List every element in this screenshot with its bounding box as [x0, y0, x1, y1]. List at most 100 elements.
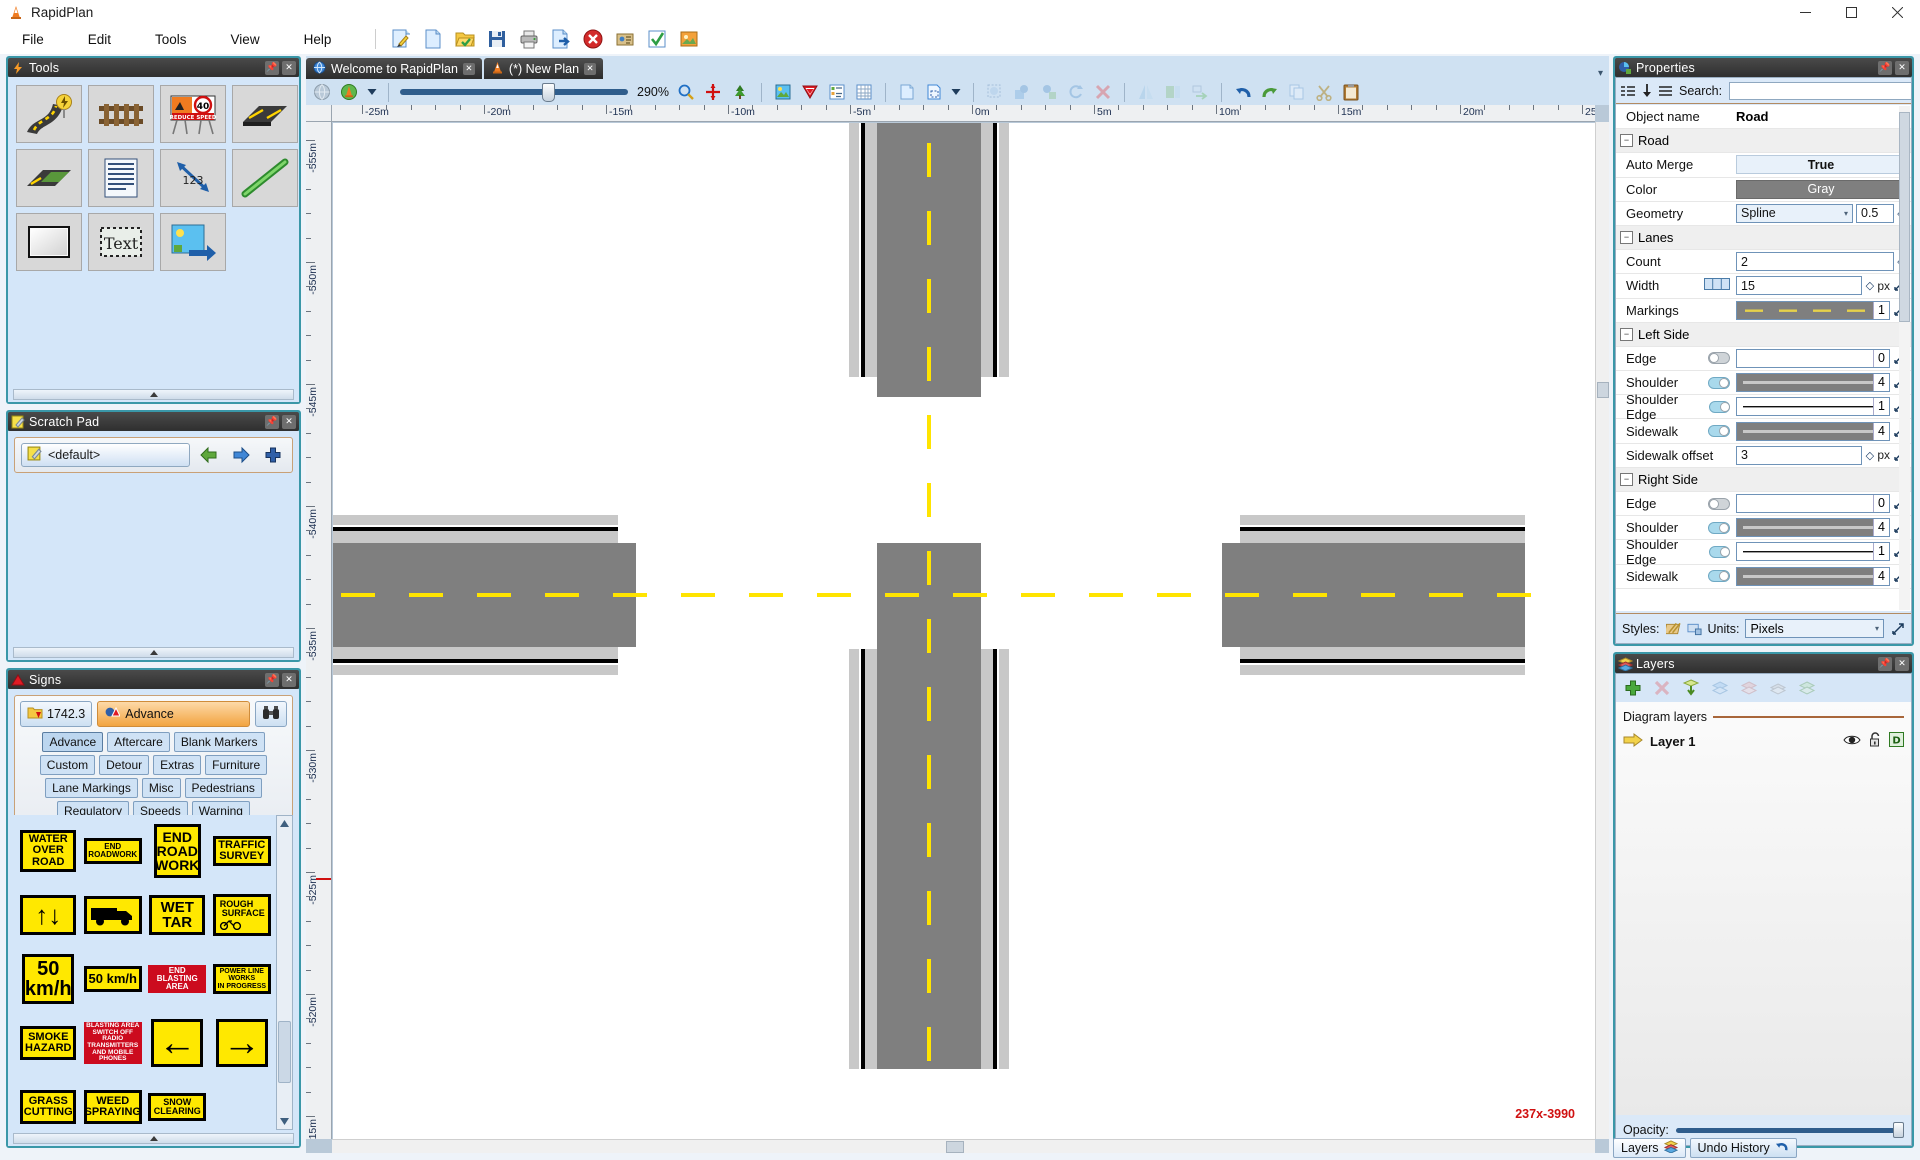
redo-icon[interactable]	[1260, 82, 1280, 102]
plan-canvas[interactable]: 237x-3990	[333, 123, 1595, 1139]
property-preview[interactable]: 0	[1736, 494, 1890, 514]
signs-category-detour[interactable]: Detour	[99, 755, 150, 775]
sign-item-end-blasting-area[interactable]: END BLASTING AREA	[148, 965, 207, 993]
spinner-icon[interactable]: ◇	[1865, 449, 1874, 462]
tab-close-icon[interactable]: ✕	[584, 62, 597, 75]
spinner-icon[interactable]: ◇	[1865, 279, 1874, 292]
sign-icon[interactable]	[800, 82, 820, 102]
property-toggle[interactable]	[1708, 400, 1730, 413]
collapse-icon[interactable]: −	[1620, 327, 1633, 341]
save-style-icon[interactable]	[1686, 622, 1702, 636]
scroll-up-arrow-icon[interactable]	[277, 816, 292, 831]
property-preview[interactable]: 1	[1736, 542, 1890, 562]
collapse-icon[interactable]: −	[1620, 134, 1633, 148]
sign-item-traffic-survey[interactable]: TRAFFIC SURVEY	[212, 836, 271, 866]
signs-library-button[interactable]: 1742.3	[20, 701, 93, 727]
properties-search-input[interactable]	[1729, 81, 1913, 100]
list-icon[interactable]	[827, 82, 847, 102]
bottom-tab-layers[interactable]: Layers	[1613, 1138, 1686, 1158]
close-icon[interactable]: ✕	[282, 414, 296, 429]
chevron-down-icon[interactable]	[951, 82, 962, 102]
property-number[interactable]: 2	[1736, 252, 1894, 272]
property-number[interactable]: 15	[1736, 276, 1863, 296]
menu-edit[interactable]: Edit	[66, 30, 133, 49]
scratch-previous-button[interactable]	[196, 443, 222, 467]
tab-close-icon[interactable]: ✕	[462, 62, 475, 75]
scratch-pad-canvas[interactable]	[14, 479, 293, 644]
menu-view[interactable]: View	[209, 30, 282, 49]
sign-item-weed-spraying[interactable]: WEED SPRAYING	[83, 1090, 142, 1124]
property-group-road[interactable]: − Road	[1616, 129, 1911, 154]
menu-help[interactable]: Help	[282, 30, 354, 49]
sign-item-power-line-works[interactable]: POWER LINE WORKS IN PROGRESS	[212, 964, 271, 994]
minimize-button[interactable]	[1782, 0, 1828, 24]
style-swatch-icon[interactable]	[1665, 622, 1681, 636]
open-folder-icon[interactable]	[454, 28, 476, 50]
signs-browse-button[interactable]	[255, 701, 287, 727]
text-block-tool-button[interactable]	[88, 149, 154, 207]
signs-panel-resize-grip[interactable]	[13, 1133, 294, 1144]
check-icon[interactable]	[646, 28, 668, 50]
property-color-swatch[interactable]: Gray	[1736, 179, 1906, 199]
property-value-button[interactable]: True	[1736, 155, 1906, 175]
vertical-scroll-thumb[interactable]	[1597, 382, 1609, 398]
property-number[interactable]: 0.5	[1856, 203, 1894, 223]
layer-lock-icon[interactable]	[1869, 732, 1881, 750]
scratch-pad-selector[interactable]: <default>	[21, 443, 190, 467]
sign-item-two-way-arrows[interactable]: ↑↓	[20, 895, 77, 935]
properties-scrollbar[interactable]	[1899, 106, 1910, 610]
property-preview[interactable]: 0	[1736, 348, 1890, 368]
sign-item-arrow-left[interactable]: ←	[151, 1019, 204, 1067]
image-layer-icon[interactable]	[773, 82, 793, 102]
layer-diagram-icon[interactable]: D	[1889, 732, 1904, 750]
pin-icon[interactable]: 📌	[1878, 60, 1892, 75]
property-toggle[interactable]	[1708, 425, 1730, 438]
close-icon[interactable]: ✕	[1895, 656, 1909, 671]
line-tool-button[interactable]	[232, 149, 298, 207]
tab-new-plan[interactable]: (*) New Plan ✕	[483, 58, 604, 79]
new-wizard-icon[interactable]	[390, 28, 412, 50]
sign-item-end-road-work[interactable]: END ROAD WORK	[153, 824, 201, 878]
layer-down-icon[interactable]	[1681, 679, 1701, 697]
sign-item-truck-crossing[interactable]	[83, 896, 142, 934]
pin-icon[interactable]: 📌	[265, 672, 279, 687]
units-combo[interactable]: Pixels ▾	[1745, 619, 1884, 638]
sign-item-wet-tar[interactable]: WET TAR	[149, 895, 206, 935]
chevron-down-icon[interactable]	[366, 82, 377, 102]
property-preview[interactable]: 4	[1736, 421, 1890, 441]
property-group-lanes[interactable]: − Lanes	[1616, 225, 1911, 251]
property-toggle[interactable]	[1708, 352, 1730, 365]
maximize-button[interactable]	[1828, 0, 1874, 24]
property-toggle[interactable]	[1708, 376, 1730, 389]
paste-icon[interactable]	[1341, 82, 1361, 102]
sign-item-rough-surface-cyclists[interactable]: ROUGH SURFACE	[212, 894, 271, 936]
menu-file[interactable]: File	[0, 30, 66, 49]
layer-visibility-icon[interactable]	[1843, 734, 1861, 749]
tab-overflow-icon[interactable]: ▾	[1598, 68, 1603, 79]
signs-category-custom[interactable]: Custom	[39, 755, 96, 775]
property-group-left-side[interactable]: − Left Side	[1616, 322, 1911, 347]
sign-item-smoke-hazard[interactable]: SMOKE HAZARD	[20, 1026, 77, 1060]
signs-category-lane-markings[interactable]: Lane Markings	[45, 778, 138, 798]
signs-group-combo[interactable]: Advance	[97, 701, 250, 727]
property-toggle[interactable]	[1708, 521, 1730, 534]
close-icon[interactable]: ✕	[282, 672, 296, 687]
property-preview[interactable]: 4	[1736, 566, 1890, 586]
canvas-horizontal-scrollbar[interactable]	[332, 1139, 1595, 1153]
save-icon[interactable]	[486, 28, 508, 50]
sign-item-snow-clearing[interactable]: SNOW CLEARING	[148, 1093, 207, 1121]
magnifier-icon[interactable]	[676, 82, 696, 102]
export-icon[interactable]	[550, 28, 572, 50]
new-plan-icon[interactable]	[422, 28, 444, 50]
settings-icon[interactable]	[614, 28, 636, 50]
sort-down-icon[interactable]	[1642, 84, 1652, 98]
railway-tool-button[interactable]	[88, 85, 154, 143]
scratch-add-button[interactable]	[260, 443, 286, 467]
path-tool-button[interactable]	[232, 85, 298, 143]
pin-icon[interactable]: 📌	[1878, 656, 1892, 671]
close-icon[interactable]: ✕	[1895, 60, 1909, 75]
property-toggle[interactable]	[1708, 570, 1730, 583]
sign-item-water-over-road[interactable]: WATER OVER ROAD	[20, 830, 77, 872]
image-tool-button[interactable]	[160, 213, 226, 271]
signs-category-advance[interactable]: Advance	[42, 732, 104, 752]
